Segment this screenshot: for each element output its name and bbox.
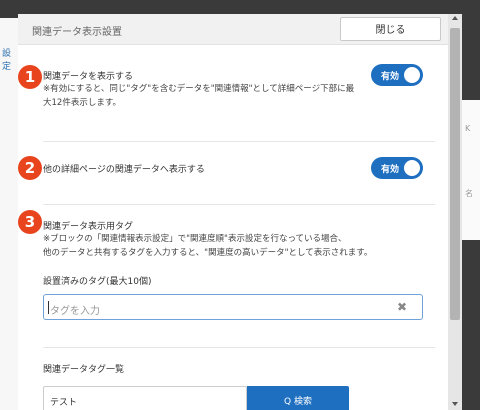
tag-search-value: テスト — [50, 398, 78, 408]
section-2-title: 他の詳細ページの関連データへ表示する — [43, 165, 205, 175]
scroll-thumb[interactable] — [450, 28, 460, 320]
tag-input[interactable]: タグを入力 ✖ — [43, 294, 423, 320]
step-badge-1: 1 — [18, 65, 42, 89]
scroll-up-arrow-icon[interactable] — [452, 16, 458, 20]
text-cursor — [48, 301, 49, 314]
tag-list-title: 関連データタグ一覧 — [43, 365, 125, 375]
section-3-note-line1: ※ブロックの「関連情報表示設定」で"関連度順"表示設定を行なっている場合、 — [43, 234, 347, 244]
section-3-title: 関連データ表示用タグ — [43, 222, 134, 232]
close-icon[interactable]: ✖ — [397, 300, 407, 314]
section-3-note-line2: 他のデータと共有するタグを入力すると、"関連度の高いデータ"として表示されます。 — [43, 248, 373, 258]
section-3-note: ※ブロックの「関連情報表示設定」で"関連度順"表示設定を行なっている場合、 他の… — [43, 232, 443, 260]
tag-limit-label: 設置済みのタグ(最大10個) — [43, 277, 152, 287]
section-1-note-line2: 大12件表示します。 — [43, 98, 121, 108]
tag-search-button-label: Q 検索 — [284, 397, 312, 407]
background-text-2: 名 — [465, 189, 473, 198]
dialog-header: 関連データ表示設置 閉じる — [18, 14, 448, 45]
dialog-title: 関連データ表示設置 — [32, 27, 122, 38]
tag-input-placeholder: タグを入力 — [50, 306, 100, 317]
section-1-title: 関連データを表示する — [43, 72, 134, 82]
background-panel-right: K 名 — [461, 100, 480, 240]
show-related-toggle[interactable]: 有効 — [371, 64, 423, 86]
tag-search-button[interactable]: Q 検索 — [247, 386, 349, 410]
toggle-knob — [404, 160, 420, 176]
toggle-label: 有効 — [381, 72, 400, 82]
close-button[interactable]: 閉じる — [340, 17, 441, 41]
divider — [43, 347, 435, 348]
background-text-1: K — [465, 124, 471, 133]
show-on-other-pages-toggle[interactable]: 有効 — [371, 157, 423, 179]
tag-search-input[interactable]: テスト — [43, 386, 247, 410]
divider — [43, 141, 435, 142]
toggle-label: 有効 — [381, 165, 400, 175]
toggle-knob — [404, 67, 420, 83]
scroll-down-arrow-icon[interactable] — [452, 402, 458, 406]
step-badge-3: 3 — [18, 210, 42, 234]
section-1-note-line1: ※有効にすると、同じ"タグ"を含むデータを"関連情報"として詳細ページ下部に最 — [43, 84, 355, 94]
divider — [43, 204, 435, 205]
background-tab-text: 設定 — [2, 49, 12, 72]
related-data-dialog: 関連データ表示設置 閉じる 1 関連データを表示する ※有効にすると、同じ"タグ… — [18, 14, 462, 410]
background-panel-left: 設定 — [0, 18, 18, 410]
scrollbar[interactable] — [448, 14, 462, 410]
step-badge-2: 2 — [18, 156, 42, 180]
section-1-note: ※有効にすると、同じ"タグ"を含むデータを"関連情報"として詳細ページ下部に最 … — [43, 82, 403, 110]
